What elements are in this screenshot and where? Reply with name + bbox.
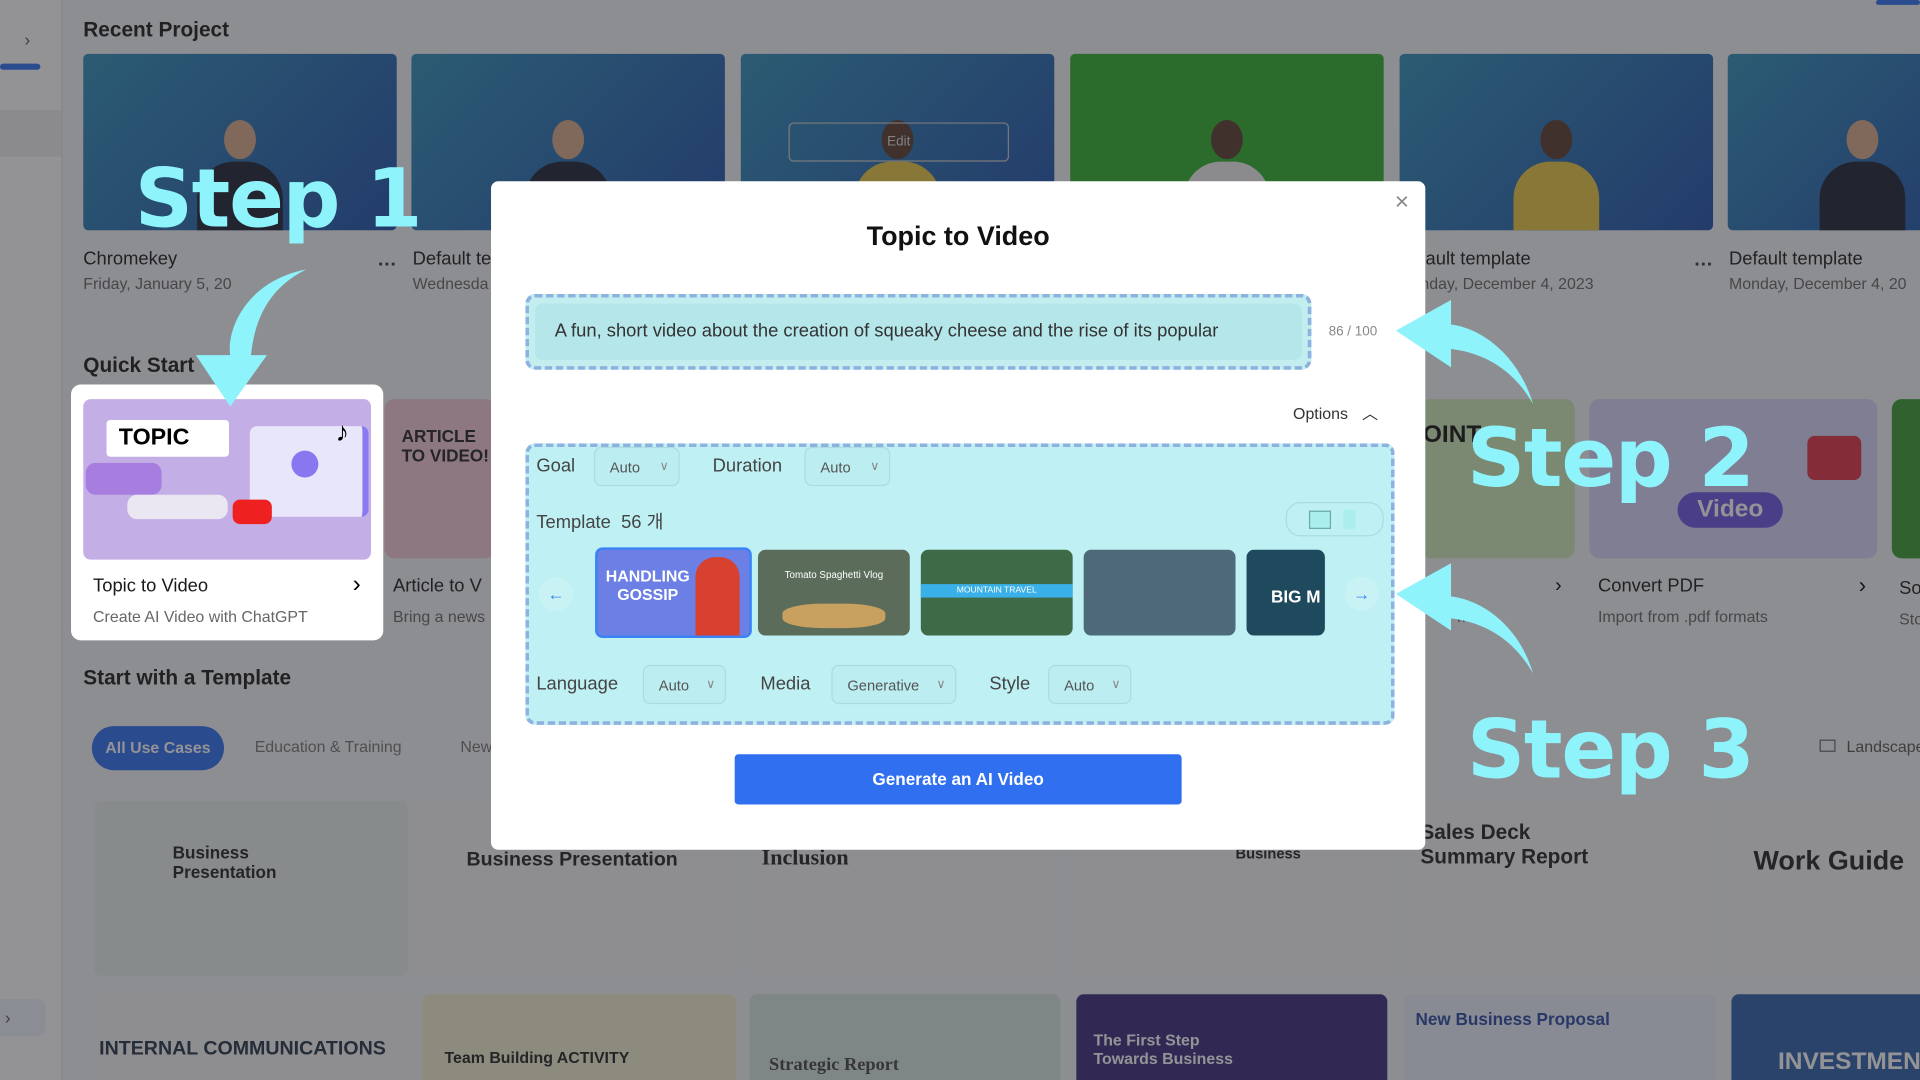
arrow-down-icon xyxy=(195,269,307,407)
app: › › Recent Project Edit Chromekey Friday… xyxy=(0,0,1920,1080)
arrow-left-icon xyxy=(1395,563,1534,674)
arrow-left-icon xyxy=(1395,300,1534,405)
annotation-arrows xyxy=(195,269,1534,674)
